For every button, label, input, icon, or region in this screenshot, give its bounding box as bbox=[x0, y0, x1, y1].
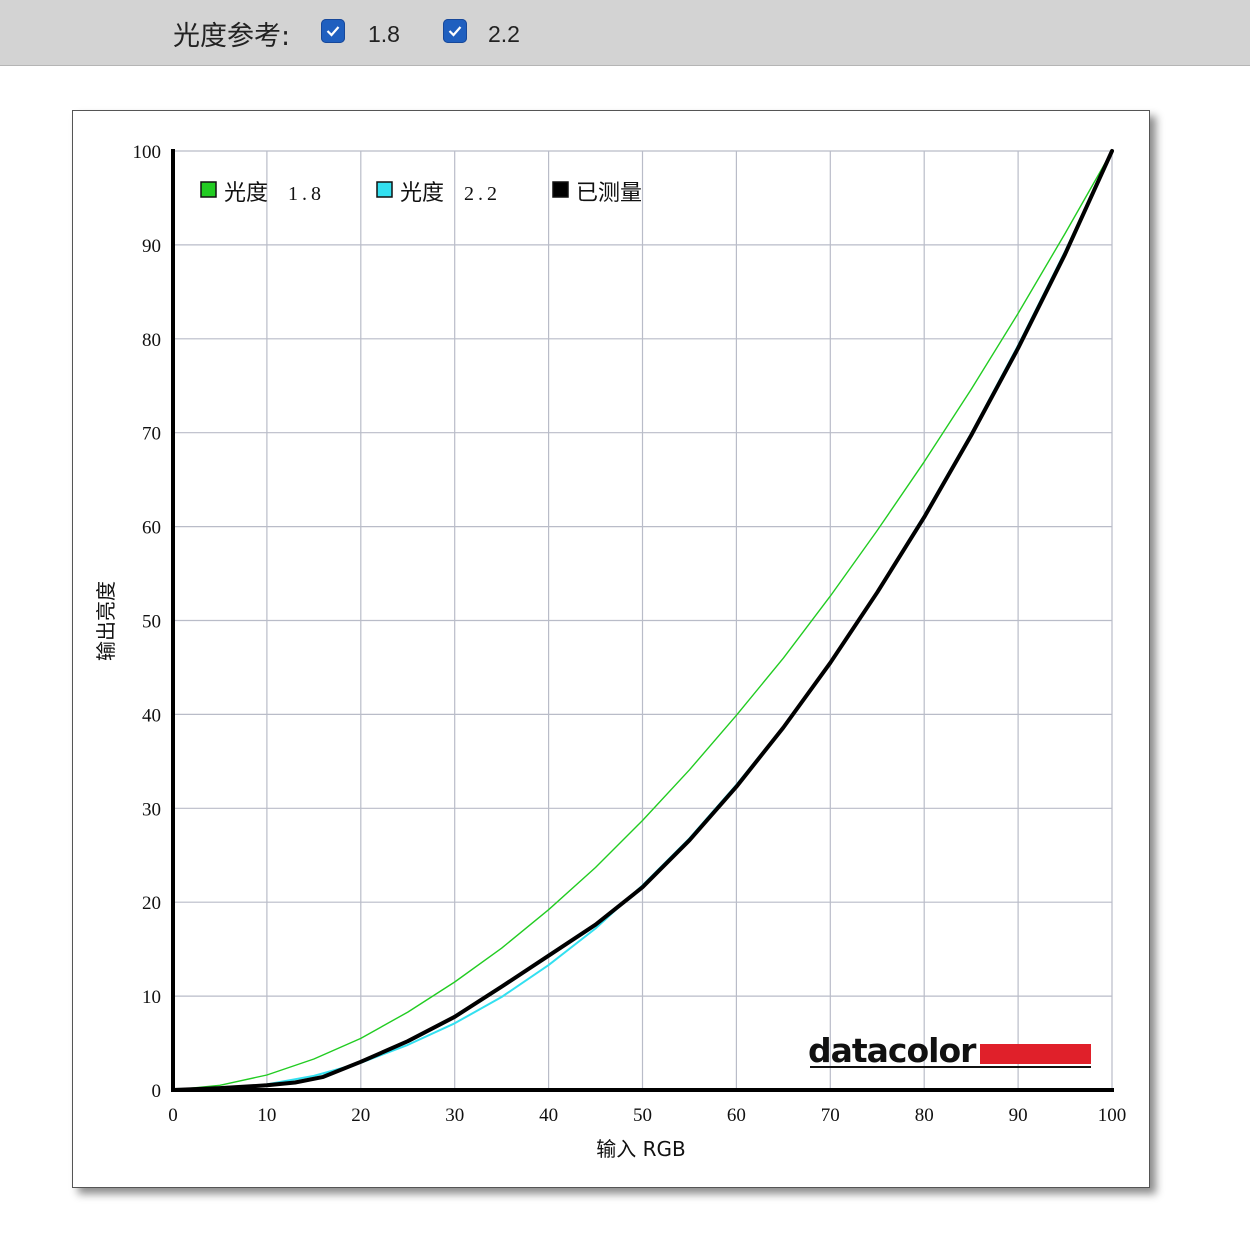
legend-item-2: 光度 2.2 bbox=[376, 181, 501, 206]
y-tick-label: 60 bbox=[142, 518, 161, 539]
x-tick-label: 40 bbox=[539, 1105, 558, 1126]
x-tick-label: 80 bbox=[915, 1105, 934, 1126]
y-axis-title: 输出亮度 bbox=[94, 581, 118, 661]
grid bbox=[173, 150, 1113, 1090]
legend-label: 光度 bbox=[224, 181, 268, 206]
y-tick-label: 80 bbox=[142, 330, 161, 351]
y-tick-label: 90 bbox=[142, 236, 161, 257]
legend-value: 1.8 bbox=[288, 183, 325, 205]
legend-value: 2.2 bbox=[464, 183, 501, 205]
legend-item-1: 光度 1.8 bbox=[200, 181, 325, 206]
y-tick-label: 40 bbox=[142, 705, 161, 726]
x-tick-label: 100 bbox=[1098, 1105, 1127, 1126]
legend-swatch bbox=[552, 181, 569, 198]
legend-label: 光度 bbox=[400, 181, 444, 206]
x-tick-label: 70 bbox=[821, 1105, 840, 1126]
brand-underline bbox=[810, 1066, 1091, 1068]
brand-text: datacolor bbox=[808, 1031, 977, 1070]
x-tick-label: 90 bbox=[1009, 1105, 1028, 1126]
x-tick-label: 50 bbox=[633, 1105, 652, 1126]
x-tick-label: 10 bbox=[257, 1105, 276, 1126]
legend-swatch bbox=[200, 181, 217, 198]
legend: 光度 1.8 光度 2.2 已测量 bbox=[200, 181, 642, 206]
x-tick-label: 30 bbox=[445, 1105, 464, 1126]
x-tick-label: 60 bbox=[727, 1105, 746, 1126]
y-tick-label: 70 bbox=[142, 424, 161, 445]
y-tick-label: 0 bbox=[152, 1081, 162, 1102]
legend-item-3: 已测量 bbox=[552, 181, 642, 206]
gamma-chart: 0 10 20 30 40 50 60 70 80 90 100 0 10 20 30 40 50 60 70 80 9… bbox=[94, 142, 1127, 1161]
y-tick-label: 100 bbox=[133, 142, 162, 163]
legend-swatch bbox=[376, 181, 393, 198]
brand-bar bbox=[980, 1044, 1091, 1064]
y-tick-label: 30 bbox=[142, 799, 161, 820]
x-axis-title: 输入 RGB bbox=[596, 1137, 685, 1161]
datacolor-logo: datacolor bbox=[808, 1031, 1091, 1070]
x-tick-label: 0 bbox=[168, 1105, 178, 1126]
tick-labels: 0 10 20 30 40 50 60 70 80 90 100 0 10 20 30 40 50 60 70 80 9… bbox=[133, 142, 1127, 1126]
y-tick-label: 50 bbox=[142, 612, 161, 633]
y-tick-label: 10 bbox=[142, 987, 161, 1008]
y-tick-label: 20 bbox=[142, 893, 161, 914]
legend-label: 已测量 bbox=[576, 181, 642, 206]
x-tick-label: 20 bbox=[351, 1105, 370, 1126]
